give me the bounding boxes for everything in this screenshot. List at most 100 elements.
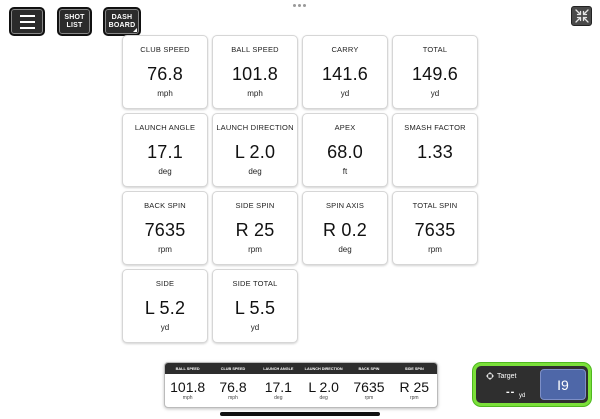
target-widget[interactable]: Target -- yd I9 xyxy=(473,363,591,406)
metric-card-club-speed[interactable]: CLUB SPEED 76.8 mph xyxy=(122,35,208,109)
strip-value: 76.8 xyxy=(219,379,247,395)
metric-unit: mph xyxy=(157,89,173,98)
metric-value: 149.6 xyxy=(411,64,459,84)
metric-value: 76.8 xyxy=(147,64,183,84)
strip-cell: 101.8 mph xyxy=(165,374,210,407)
metric-value: 7635 xyxy=(144,220,186,240)
metric-unit: deg xyxy=(248,167,262,176)
metric-card-carry[interactable]: CARRY 141.6 yd xyxy=(302,35,388,109)
shot-list-button[interactable]: SHOT LIST xyxy=(57,7,92,36)
metric-unit: rpm xyxy=(428,245,442,254)
strip-value: R 25 xyxy=(399,379,430,395)
metric-card-back-spin[interactable]: BACK SPIN 7635 rpm xyxy=(122,191,208,265)
metric-value: 141.6 xyxy=(321,64,369,84)
strip-value: 101.8 xyxy=(170,379,206,395)
metric-value: 17.1 xyxy=(147,142,183,162)
strip-value: 17.1 xyxy=(264,379,292,395)
metric-value: L 2.0 xyxy=(234,142,276,162)
strip-cell: R 25 rpm xyxy=(392,374,437,407)
metric-value: 101.8 xyxy=(231,64,279,84)
strip-value: L 2.0 xyxy=(308,379,339,395)
strip-values: 101.8 mph 76.8 mph 17.1 deg L 2.0 deg 76… xyxy=(165,374,437,407)
dashboard-label: DASH BOARD xyxy=(108,13,136,29)
club-select-button[interactable]: I9 xyxy=(540,369,586,400)
strip-header-cell: CLUB SPEED xyxy=(220,366,246,371)
metric-label: SIDE xyxy=(155,279,175,288)
strip-unit: mph xyxy=(228,395,238,401)
metric-label: CARRY xyxy=(331,45,359,54)
metric-unit: yd xyxy=(160,323,170,332)
metric-card-ball-speed[interactable]: BALL SPEED 101.8 mph xyxy=(212,35,298,109)
more-dots-icon[interactable] xyxy=(293,4,306,7)
metric-value: L 5.2 xyxy=(144,298,186,318)
strip-header-cell: LAUNCH ANGLE xyxy=(263,366,294,371)
metric-unit: deg xyxy=(158,167,172,176)
metric-card-spin-axis[interactable]: SPIN AXIS R 0.2 deg xyxy=(302,191,388,265)
metric-label: BALL SPEED xyxy=(231,45,279,54)
strip-cell: L 2.0 deg xyxy=(301,374,346,407)
metric-unit: yd xyxy=(340,89,350,98)
metric-card-smash-factor[interactable]: SMASH FACTOR 1.33 xyxy=(392,113,478,187)
dashboard-button[interactable]: DASH BOARD xyxy=(103,7,141,36)
strip-cell: 7635 rpm xyxy=(346,374,391,407)
metric-label: TOTAL SPIN xyxy=(412,201,458,210)
metric-unit: rpm xyxy=(248,245,262,254)
strip-header-cell: BACK SPIN xyxy=(358,366,380,371)
metric-unit: deg xyxy=(338,245,352,254)
strip-header-cell: SIDE SPIN xyxy=(404,366,424,371)
menu-button[interactable] xyxy=(9,7,45,36)
target-label-row: Target xyxy=(486,372,516,380)
metric-label: APEX xyxy=(334,123,356,132)
metric-card-side[interactable]: SIDE L 5.2 yd xyxy=(122,269,208,343)
shot-summary-strip[interactable]: BALL SPEED CLUB SPEED LAUNCH ANGLE LAUNC… xyxy=(164,362,438,408)
metric-card-side-spin[interactable]: SIDE SPIN R 25 rpm xyxy=(212,191,298,265)
metric-value: 7635 xyxy=(414,220,456,240)
metric-value: R 25 xyxy=(235,220,275,240)
metric-unit: yd xyxy=(430,89,440,98)
metric-value: L 5.5 xyxy=(234,298,276,318)
strip-unit: rpm xyxy=(409,395,419,401)
strip-cell: 17.1 deg xyxy=(256,374,301,407)
metric-card-side-total[interactable]: SIDE TOTAL L 5.5 yd xyxy=(212,269,298,343)
home-indicator xyxy=(220,412,380,416)
metric-label: SMASH FACTOR xyxy=(404,123,466,132)
strip-value: 7635 xyxy=(353,379,385,395)
metric-value: 1.33 xyxy=(417,142,453,162)
strip-unit: deg xyxy=(319,395,328,401)
strip-header: BALL SPEED CLUB SPEED LAUNCH ANGLE LAUNC… xyxy=(165,363,437,374)
hamburger-menu-icon xyxy=(19,14,35,29)
strip-unit: mph xyxy=(182,395,193,401)
metric-label: SPIN AXIS xyxy=(325,201,365,210)
crosshair-icon xyxy=(486,372,494,380)
strip-unit: rpm xyxy=(364,395,374,401)
shot-list-label: SHOT LIST xyxy=(64,13,85,29)
metrics-grid: CLUB SPEED 76.8 mph BALL SPEED 101.8 mph… xyxy=(122,35,478,343)
corner-indicator-icon xyxy=(133,28,137,32)
metric-label: LAUNCH ANGLE xyxy=(134,123,196,132)
metric-unit: rpm xyxy=(158,245,172,254)
metric-label: SIDE SPIN xyxy=(235,201,275,210)
metric-card-launch-angle[interactable]: LAUNCH ANGLE 17.1 deg xyxy=(122,113,208,187)
metric-unit: yd xyxy=(250,323,260,332)
collapse-arrows-icon xyxy=(574,9,589,23)
metric-value: R 0.2 xyxy=(322,220,368,240)
metric-label: TOTAL xyxy=(422,45,448,54)
metric-unit: mph xyxy=(247,89,263,98)
target-value: -- xyxy=(506,386,516,398)
strip-cell: 76.8 mph xyxy=(210,374,255,407)
metric-card-apex[interactable]: APEX 68.0 ft xyxy=(302,113,388,187)
metric-label: BACK SPIN xyxy=(144,201,186,210)
metric-label: CLUB SPEED xyxy=(140,45,190,54)
metric-card-total[interactable]: TOTAL 149.6 yd xyxy=(392,35,478,109)
metric-label: LAUNCH DIRECTION xyxy=(216,123,294,132)
metric-card-launch-direction[interactable]: LAUNCH DIRECTION L 2.0 deg xyxy=(212,113,298,187)
metric-card-total-spin[interactable]: TOTAL SPIN 7635 rpm xyxy=(392,191,478,265)
target-unit: yd xyxy=(519,393,526,399)
metric-label: SIDE TOTAL xyxy=(232,279,278,288)
metric-value: 68.0 xyxy=(327,142,363,162)
metric-unit: ft xyxy=(342,167,348,176)
strip-unit: deg xyxy=(274,395,283,401)
strip-header-cell: LAUNCH DIRECTION xyxy=(304,366,343,371)
collapse-button[interactable] xyxy=(571,6,592,26)
target-label: Target xyxy=(497,372,517,380)
